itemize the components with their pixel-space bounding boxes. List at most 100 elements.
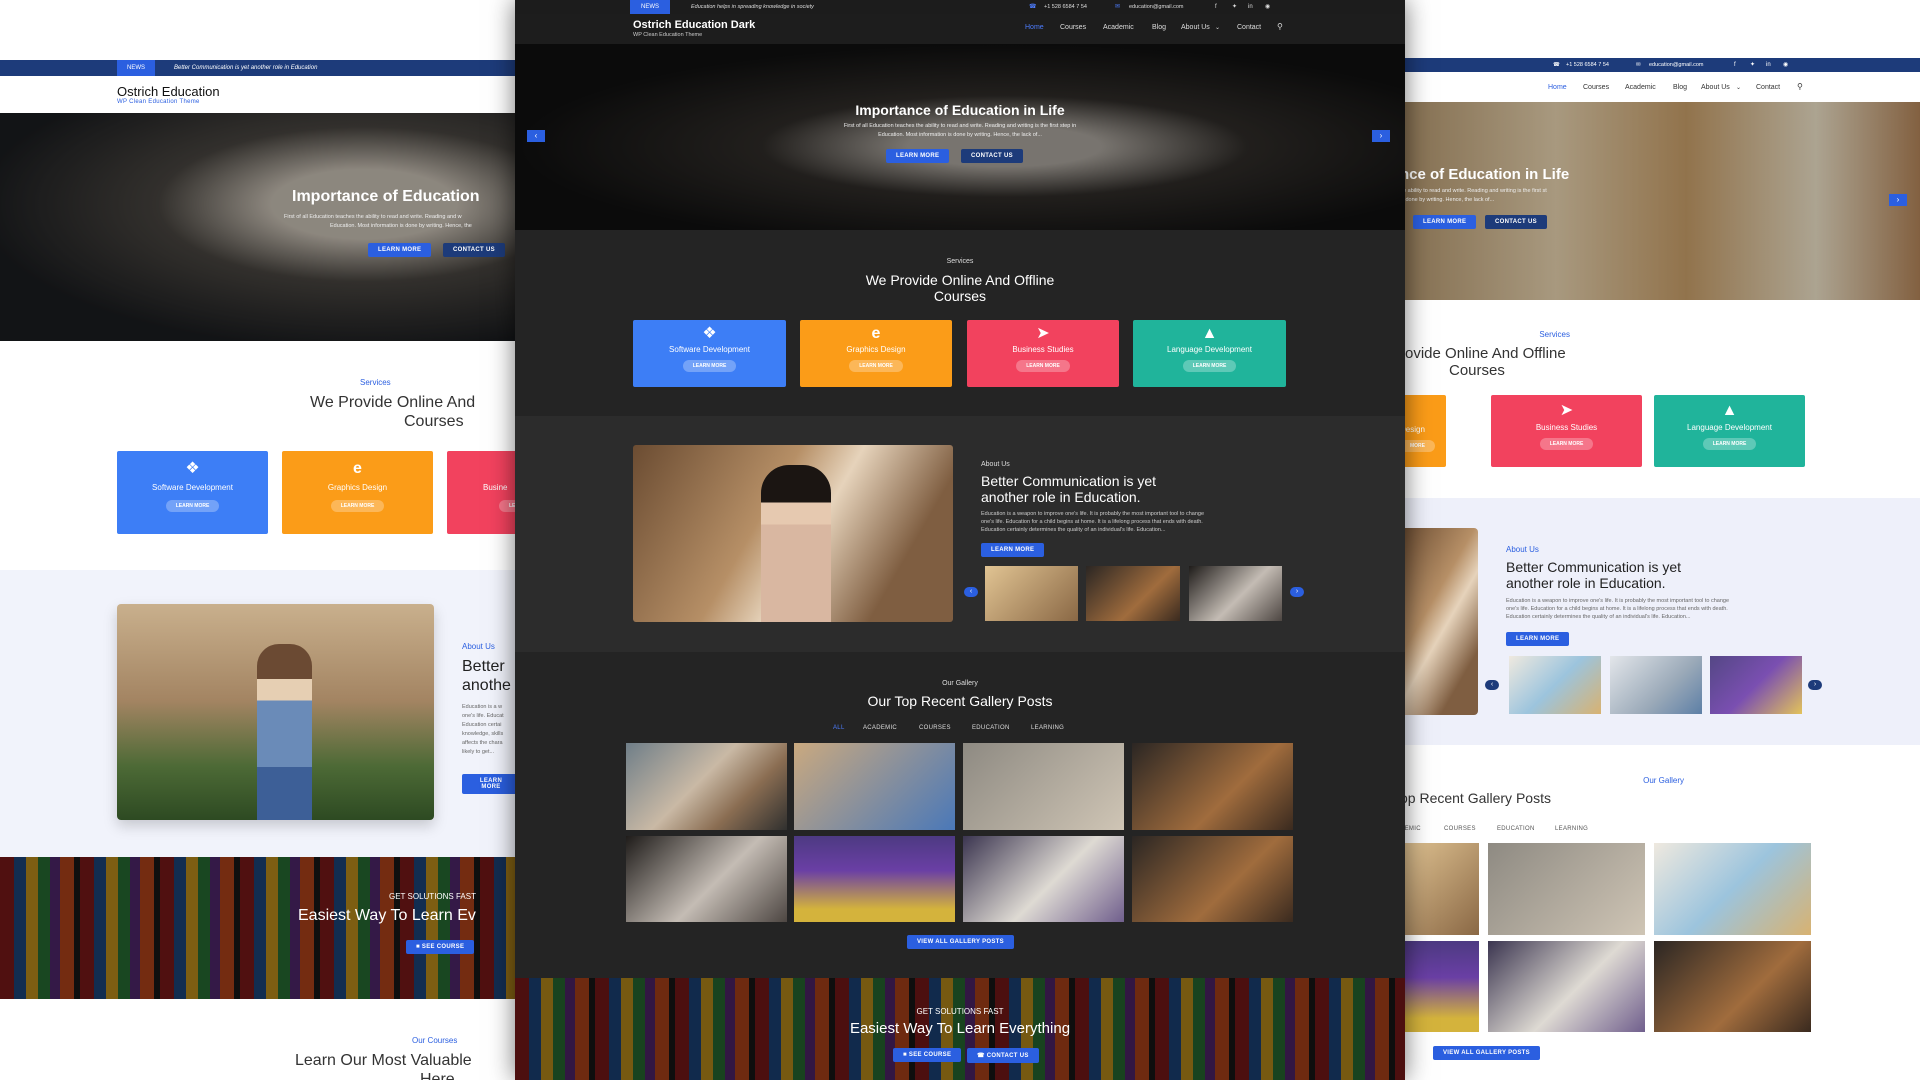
email-address[interactable]: education@gmail.com bbox=[1649, 58, 1704, 72]
facebook-icon[interactable]: f bbox=[1734, 58, 1736, 72]
gallery-image[interactable] bbox=[1488, 843, 1645, 935]
hero-contact-button[interactable]: CONTACT US bbox=[443, 243, 505, 257]
gallery-tab-academic[interactable]: ACADEMIC bbox=[863, 725, 897, 731]
gallery-image[interactable] bbox=[794, 836, 955, 922]
chevron-left-icon[interactable]: ‹ bbox=[1485, 680, 1499, 690]
instagram-icon[interactable]: ◉ bbox=[1265, 0, 1270, 14]
service-card-button[interactable]: LEARN MORE bbox=[165, 500, 220, 512]
service-card-software[interactable]: ❖ Software Development LEARN MORE bbox=[117, 451, 268, 534]
phone-number[interactable]: +1 528 6584 7 54 bbox=[1044, 0, 1087, 14]
service-card-business[interactable]: Busine LE bbox=[447, 451, 526, 534]
nav-contact[interactable]: Contact bbox=[1756, 84, 1780, 91]
hero-learn-more-button[interactable]: LEARN MORE bbox=[886, 149, 950, 163]
gallery-image[interactable] bbox=[963, 836, 1124, 922]
service-card-button[interactable]: LEARN MORE bbox=[1016, 360, 1070, 372]
view-all-gallery-button[interactable]: VIEW ALL GALLERY POSTS bbox=[907, 935, 1014, 949]
hero-contact-button[interactable]: CONTACT US bbox=[961, 149, 1023, 163]
service-card-button[interactable]: LEARN MORE bbox=[1702, 438, 1757, 450]
phone-number[interactable]: +1 528 6584 7 54 bbox=[1566, 58, 1609, 72]
gallery-image[interactable] bbox=[1400, 843, 1479, 935]
nav-courses[interactable]: Courses bbox=[1583, 84, 1609, 91]
gallery-tab-learning[interactable]: LEARNING bbox=[1555, 826, 1588, 832]
gallery-image[interactable] bbox=[1132, 836, 1293, 922]
service-card-business[interactable]: ➤ Business Studies LEARN MORE bbox=[1491, 395, 1642, 467]
cta-see-course-button[interactable]: ■ SEE COURSE bbox=[893, 1048, 962, 1062]
nav-about-us[interactable]: About Us bbox=[1701, 84, 1730, 91]
service-card-button[interactable]: LEARN MORE bbox=[330, 500, 385, 512]
site-brand[interactable]: Ostrich Education bbox=[117, 84, 220, 99]
twitter-icon[interactable]: ✦ bbox=[1750, 58, 1755, 72]
cta-see-course-button[interactable]: ■ SEE COURSE bbox=[406, 940, 475, 954]
view-all-gallery-button[interactable]: VIEW ALL GALLERY POSTS bbox=[1433, 1046, 1540, 1060]
gallery-image[interactable] bbox=[1488, 941, 1645, 1032]
nav-academic[interactable]: Academic bbox=[1625, 84, 1656, 91]
nav-home[interactable]: Home bbox=[1025, 24, 1044, 31]
chevron-right-icon[interactable]: › bbox=[1889, 194, 1907, 206]
nav-contact[interactable]: Contact bbox=[1237, 24, 1261, 31]
chevron-down-icon: ⌄ bbox=[1215, 25, 1221, 31]
twitter-icon[interactable]: ✦ bbox=[1232, 0, 1237, 14]
about-thumb[interactable] bbox=[1509, 656, 1601, 714]
about-thumb[interactable] bbox=[985, 566, 1078, 621]
service-card-language[interactable]: ▲ Language Development LEARN MORE bbox=[1133, 320, 1286, 387]
service-card-button[interactable]: LEARN MORE bbox=[1182, 360, 1237, 372]
gallery-tab-education[interactable]: EDUCATION bbox=[1497, 826, 1535, 832]
gallery-image[interactable] bbox=[626, 836, 787, 922]
service-card-button[interactable]: LEARN MORE bbox=[1539, 438, 1594, 450]
gallery-tab-learning[interactable]: LEARNING bbox=[1031, 725, 1064, 731]
gallery-tab-education[interactable]: EDUCATION bbox=[972, 725, 1010, 731]
cta-contact-button[interactable]: ☎ CONTACT US bbox=[967, 1048, 1039, 1063]
linkedin-icon[interactable]: in bbox=[1248, 0, 1253, 14]
gallery-image[interactable] bbox=[1654, 941, 1811, 1032]
gallery-tab-courses[interactable]: COURSES bbox=[1444, 826, 1476, 832]
nav-about-us[interactable]: About Us bbox=[1181, 24, 1210, 31]
news-text[interactable]: Better Communication is yet another role… bbox=[174, 60, 317, 76]
hero-learn-more-button[interactable]: LEARN MORE bbox=[368, 243, 432, 257]
search-icon[interactable]: ⚲ bbox=[1277, 22, 1283, 31]
nav-courses[interactable]: Courses bbox=[1060, 24, 1086, 31]
nav-home[interactable]: Home bbox=[1548, 84, 1567, 91]
service-card-button[interactable]: LEARN MORE bbox=[849, 360, 903, 372]
about-thumb[interactable] bbox=[1710, 656, 1802, 714]
search-icon[interactable]: ⚲ bbox=[1797, 82, 1803, 91]
about-thumb[interactable] bbox=[1189, 566, 1282, 621]
news-text[interactable]: Education helps in spreading knowledge i… bbox=[691, 0, 814, 14]
chevron-right-icon[interactable]: › bbox=[1808, 680, 1822, 690]
about-thumb[interactable] bbox=[1086, 566, 1180, 621]
chevron-left-icon[interactable]: ‹ bbox=[527, 130, 545, 142]
service-card-graphics[interactable]: e Graphics Design LEARN MORE bbox=[800, 320, 952, 387]
about-learn-more-button[interactable]: LEARN MORE bbox=[462, 774, 520, 794]
hero-learn-more-button[interactable]: LEARN MORE bbox=[1413, 215, 1477, 229]
service-card-button[interactable]: LEARN MORE bbox=[682, 360, 737, 372]
nav-blog[interactable]: Blog bbox=[1152, 24, 1166, 31]
hero-contact-button[interactable]: CONTACT US bbox=[1485, 215, 1547, 229]
about-learn-more-button[interactable]: LEARN MORE bbox=[1506, 632, 1570, 646]
email-address[interactable]: education@gmail.com bbox=[1129, 0, 1184, 14]
service-card-business[interactable]: ➤ Business Studies LEARN MORE bbox=[967, 320, 1119, 387]
service-card-button[interactable]: MORE bbox=[1400, 440, 1435, 452]
facebook-icon[interactable]: f bbox=[1215, 0, 1217, 14]
about-learn-more-button[interactable]: LEARN MORE bbox=[981, 543, 1045, 557]
service-card-graphics[interactable]: Design MORE bbox=[1400, 395, 1446, 467]
chevron-left-icon[interactable]: ‹ bbox=[964, 587, 978, 597]
gallery-image[interactable] bbox=[1654, 843, 1811, 935]
gallery-image[interactable] bbox=[1400, 941, 1479, 1032]
service-card-language[interactable]: ▲ Language Development LEARN MORE bbox=[1654, 395, 1805, 467]
service-card-software[interactable]: ❖ Software Development LEARN MORE bbox=[633, 320, 786, 387]
gallery-image[interactable] bbox=[963, 743, 1124, 830]
chevron-right-icon[interactable]: › bbox=[1290, 587, 1304, 597]
gallery-image[interactable] bbox=[794, 743, 955, 830]
nav-blog[interactable]: Blog bbox=[1673, 84, 1687, 91]
chevron-right-icon[interactable]: › bbox=[1372, 130, 1390, 142]
instagram-icon[interactable]: ◉ bbox=[1783, 58, 1788, 72]
gallery-tab-courses[interactable]: COURSES bbox=[919, 725, 951, 731]
about-thumb[interactable] bbox=[1610, 656, 1702, 714]
site-brand[interactable]: Ostrich Education Dark bbox=[633, 19, 755, 31]
site-tagline: WP Clean Education Theme bbox=[117, 99, 200, 105]
gallery-image[interactable] bbox=[626, 743, 787, 830]
nav-academic[interactable]: Academic bbox=[1103, 24, 1134, 31]
service-card-graphics[interactable]: e Graphics Design LEARN MORE bbox=[282, 451, 433, 534]
linkedin-icon[interactable]: in bbox=[1766, 58, 1771, 72]
gallery-image[interactable] bbox=[1132, 743, 1293, 830]
gallery-tab-all[interactable]: ALL bbox=[833, 725, 845, 731]
